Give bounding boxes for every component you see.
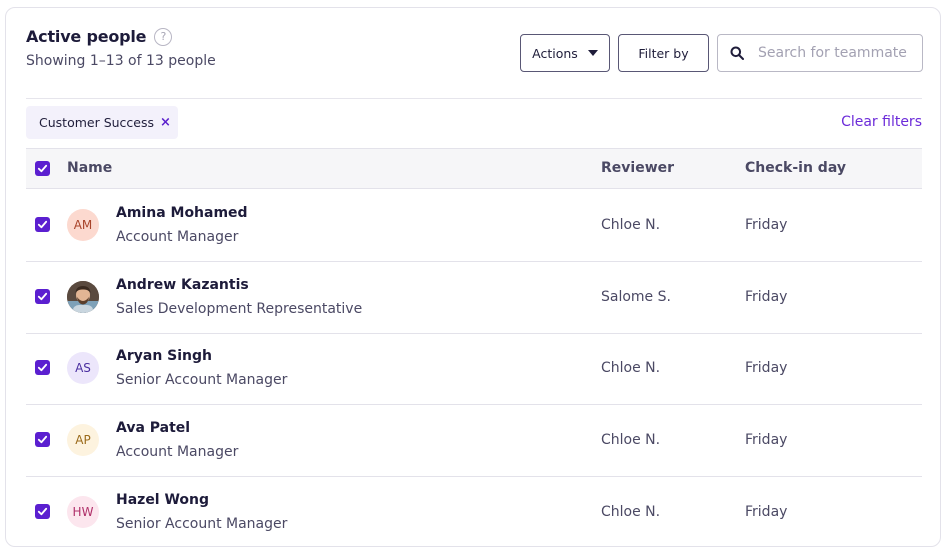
reviewer-cell: Salome S. xyxy=(601,288,671,305)
row-checkbox[interactable] xyxy=(35,503,50,519)
person-name[interactable]: Amina Mohamed xyxy=(116,205,248,221)
checkin-cell: Friday xyxy=(745,288,788,305)
reviewer-cell: Chloe N. xyxy=(601,503,661,520)
column-header-checkin[interactable]: Check-in day xyxy=(745,160,846,176)
row-checkbox[interactable] xyxy=(35,360,50,376)
check-icon xyxy=(37,164,48,173)
avatar: AP xyxy=(67,424,99,457)
reviewer-cell: Chloe N. xyxy=(601,360,661,377)
reviewer-cell: Chloe N. xyxy=(601,432,661,449)
person-name[interactable]: Andrew Kazantis xyxy=(116,277,249,293)
avatar: AS xyxy=(67,352,99,385)
filter-chip: Customer Success × xyxy=(26,106,178,139)
table-row[interactable]: AM Amina Mohamed Account Manager Chloe N… xyxy=(26,189,922,262)
table-row[interactable]: HW Hazel Wong Senior Account Manager Chl… xyxy=(26,476,922,546)
table-row[interactable]: AS Aryan Singh Senior Account Manager Ch… xyxy=(26,332,922,406)
search-icon xyxy=(730,46,744,60)
column-header-name[interactable]: Name xyxy=(67,160,112,176)
person-role: Sales Development Representative xyxy=(116,300,363,317)
checkin-cell: Friday xyxy=(745,217,788,233)
select-all-checkbox[interactable] xyxy=(35,161,50,176)
filter-chip-label: Customer Success xyxy=(39,115,155,130)
search-box[interactable] xyxy=(717,34,923,72)
person-role: Senior Account Manager xyxy=(116,372,288,389)
row-checkbox[interactable] xyxy=(35,217,50,232)
person-name[interactable]: Hazel Wong xyxy=(116,492,209,508)
check-icon xyxy=(37,364,48,372)
row-checkbox[interactable] xyxy=(35,432,50,448)
user-photo-icon xyxy=(67,280,99,313)
clear-filters-link[interactable]: Clear filters xyxy=(841,114,922,130)
person-role: Senior Account Manager xyxy=(116,515,288,532)
checkin-cell: Friday xyxy=(745,432,788,449)
active-people-card: Active people ? Showing 1–13 of 13 peopl… xyxy=(5,7,941,547)
results-count: Showing 1–13 of 13 people xyxy=(26,53,216,69)
person-name[interactable]: Ava Patel xyxy=(116,420,190,436)
check-icon xyxy=(37,292,48,300)
avatar: AM xyxy=(67,209,99,241)
search-input[interactable] xyxy=(756,44,920,62)
column-header-reviewer[interactable]: Reviewer xyxy=(601,160,674,176)
check-icon xyxy=(37,435,48,444)
header-divider xyxy=(26,98,922,99)
checkin-cell: Friday xyxy=(745,503,788,520)
remove-filter-icon[interactable]: × xyxy=(160,115,171,130)
table-row[interactable]: AP Ava Patel Account Manager Chloe N. Fr… xyxy=(26,404,922,478)
actions-label: Actions xyxy=(532,45,578,61)
check-icon xyxy=(37,220,48,229)
page-title: Active people ? xyxy=(26,27,173,46)
table-row[interactable]: Andrew Kazantis Sales Development Repres… xyxy=(26,261,922,334)
person-role: Account Manager xyxy=(116,229,239,245)
avatar: HW xyxy=(67,495,99,528)
help-icon[interactable]: ? xyxy=(154,27,173,46)
person-name[interactable]: Aryan Singh xyxy=(116,348,212,364)
actions-button[interactable]: Actions xyxy=(520,34,610,72)
filter-by-button[interactable]: Filter by xyxy=(618,34,709,72)
check-icon xyxy=(37,507,48,515)
reviewer-cell: Chloe N. xyxy=(601,217,661,233)
person-role: Account Manager xyxy=(116,444,239,461)
page-title-text: Active people xyxy=(26,27,147,46)
table-header: Name Reviewer Check-in day xyxy=(26,148,922,189)
avatar xyxy=(67,280,99,313)
row-checkbox[interactable] xyxy=(35,288,50,304)
caret-down-icon xyxy=(587,50,598,56)
checkin-cell: Friday xyxy=(745,360,788,377)
